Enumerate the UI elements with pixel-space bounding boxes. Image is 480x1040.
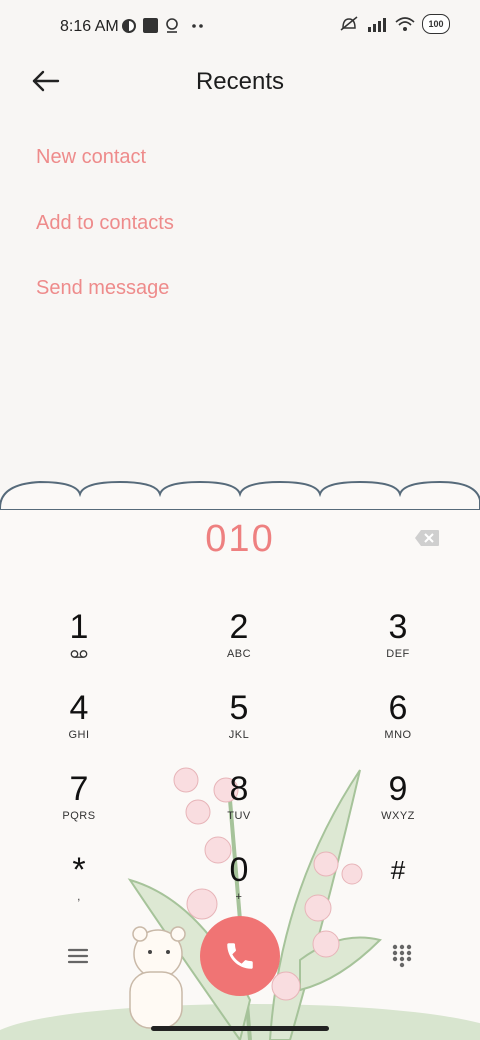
send-message-link[interactable]: Send message <box>36 277 169 300</box>
key-4[interactable]: 4 GHI <box>19 689 139 761</box>
more-notifications-icon <box>192 24 203 28</box>
key-3[interactable]: 3 DEF <box>338 608 458 680</box>
add-to-contacts-link[interactable]: Add to contacts <box>36 212 174 235</box>
header: Recents <box>0 56 480 108</box>
key-9[interactable]: 9 WXYZ <box>338 770 458 842</box>
scallop-divider <box>0 480 480 510</box>
location-notification-icon <box>166 18 178 33</box>
square-notification-icon <box>143 18 158 33</box>
backspace-icon[interactable] <box>414 529 440 547</box>
key-5[interactable]: 5 JKL <box>179 689 299 761</box>
key-8[interactable]: 8 TUV <box>179 770 299 842</box>
new-contact-link[interactable]: New contact <box>36 146 146 169</box>
key-2[interactable]: 2 ABC <box>179 608 299 680</box>
phone-icon <box>227 943 253 969</box>
key-star[interactable]: * , <box>19 851 139 923</box>
key-1[interactable]: 1 <box>19 608 139 680</box>
key-7[interactable]: 7 PQRS <box>19 770 139 842</box>
dialed-number: 010 <box>205 518 275 560</box>
signal-icon <box>368 18 386 32</box>
page-title: Recents <box>195 68 285 95</box>
key-hash[interactable]: # <box>338 851 458 923</box>
keypad-icon[interactable] <box>392 944 412 968</box>
status-bar: 8:16 AM 100 <box>0 0 480 56</box>
key-6[interactable]: 6 MNO <box>338 689 458 761</box>
status-time: 8:16 AM <box>60 18 119 35</box>
call-button[interactable] <box>200 916 280 996</box>
home-indicator[interactable] <box>151 1026 329 1031</box>
battery-icon: 100 <box>422 14 450 34</box>
app-notification-icon <box>122 19 136 33</box>
status-icons: 100 <box>338 14 450 34</box>
voicemail-icon <box>70 650 88 658</box>
bell-muted-icon <box>340 16 358 31</box>
key-0[interactable]: 0 + <box>179 851 299 923</box>
menu-icon[interactable] <box>66 946 90 966</box>
wifi-icon <box>395 17 415 31</box>
